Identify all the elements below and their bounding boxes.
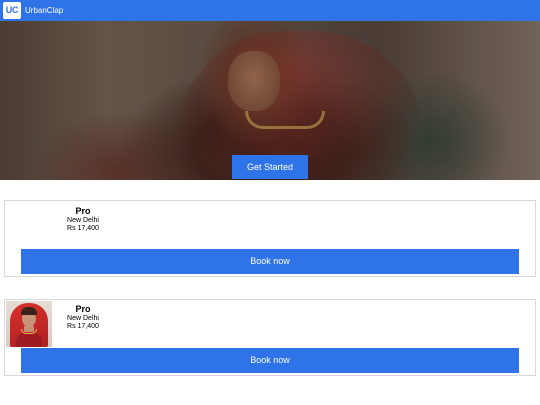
listing-price: Rs 17,400 xyxy=(67,323,99,330)
brand-name[interactable]: UrbanClap xyxy=(25,6,63,16)
listing-title: Pro xyxy=(75,206,91,216)
listing-card: Pro New Delhi Rs 17,400 Book now xyxy=(4,299,536,376)
book-now-button[interactable]: Book now xyxy=(21,249,519,274)
listing-card: Pro New Delhi Rs 17,400 Book now xyxy=(4,200,536,277)
listing-title: Pro xyxy=(75,304,91,314)
top-navbar: UC UrbanClap xyxy=(0,0,540,21)
get-started-button[interactable]: Get Started xyxy=(232,155,308,179)
listing-info: Pro New Delhi Rs 17,400 xyxy=(57,304,109,331)
listing-info: Pro New Delhi Rs 17,400 xyxy=(57,206,109,233)
hero-banner: Get Started xyxy=(0,21,540,180)
book-now-button[interactable]: Book now xyxy=(21,348,519,373)
bride-photo xyxy=(6,301,52,347)
urbanclap-logo[interactable]: UC xyxy=(3,2,21,19)
listing-price: Rs 17,400 xyxy=(67,225,99,232)
listing-thumbnail[interactable] xyxy=(6,301,52,347)
listing-location: New Delhi xyxy=(67,217,99,224)
listing-location: New Delhi xyxy=(67,315,99,322)
